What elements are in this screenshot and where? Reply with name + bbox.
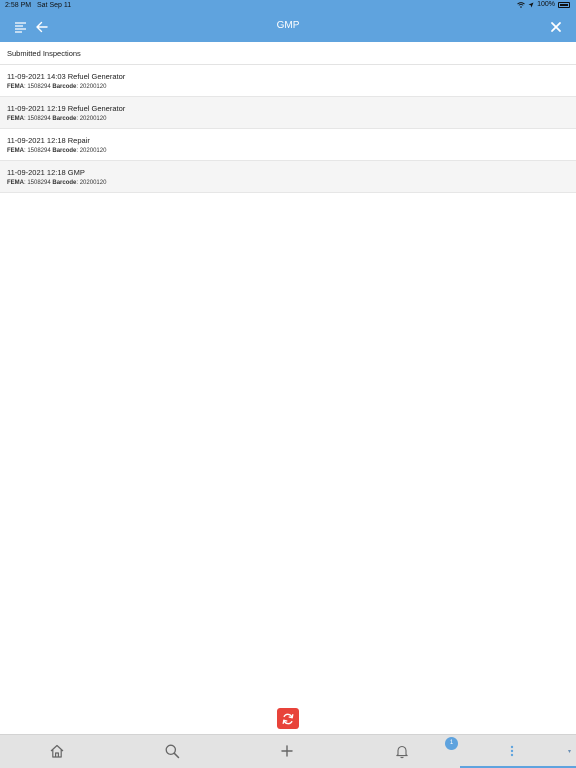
inspection-title: 11-09-2021 14:03 Refuel Generator	[7, 72, 126, 81]
barcode-value: : 20200120	[76, 84, 107, 90]
battery-icon	[558, 1, 570, 8]
barcode-value: : 20200120	[76, 148, 107, 154]
location-icon	[528, 2, 534, 7]
notification-badge: 1	[445, 737, 458, 750]
more-vertical-icon[interactable]	[504, 743, 520, 759]
plus-icon[interactable]	[279, 743, 295, 759]
home-icon[interactable]	[49, 743, 65, 759]
inspection-list: 11-09-2021 14:03 Refuel Generator FEMA: …	[0, 65, 576, 193]
inspection-meta: FEMA: 1508294 Barcode: 20200120	[7, 114, 576, 124]
app-header: 2:58 PM Sat Sep 11 100% GMP	[0, 0, 576, 42]
list-item[interactable]: 11-09-2021 12:18 Repair FEMA: 1508294 Ba…	[0, 129, 576, 161]
status-date: Sat Sep 11	[37, 2, 72, 9]
page-title: GMP	[276, 20, 300, 31]
fema-value: : 1508294	[24, 84, 51, 90]
refresh-icon	[282, 713, 294, 724]
status-time: 2:58 PM	[5, 2, 32, 9]
barcode-value: : 20200120	[76, 180, 107, 186]
inspection-meta: FEMA: 1508294 Barcode: 20200120	[7, 82, 576, 92]
inspection-title: 11-09-2021 12:18 GMP	[7, 168, 85, 177]
status-bar: 2:58 PM Sat Sep 11 100%	[0, 0, 576, 12]
battery-percent: 100%	[537, 1, 555, 8]
nav-bar: GMP	[0, 12, 576, 42]
fema-label: FEMA	[7, 148, 24, 154]
barcode-label: Barcode	[52, 116, 77, 122]
inspection-title: 11-09-2021 12:18 Repair	[7, 136, 90, 145]
wifi-icon	[517, 1, 525, 8]
close-icon[interactable]	[549, 20, 563, 34]
fema-label: FEMA	[7, 116, 24, 122]
chevron-down-icon: ▾	[567, 749, 571, 755]
section-header: Submitted Inspections	[0, 42, 576, 65]
bell-icon[interactable]	[394, 743, 410, 759]
inspection-title: 11-09-2021 12:19 Refuel Generator	[7, 104, 126, 113]
list-item[interactable]: 11-09-2021 12:18 GMP FEMA: 1508294 Barco…	[0, 161, 576, 193]
list-item[interactable]: 11-09-2021 14:03 Refuel Generator FEMA: …	[0, 65, 576, 97]
fema-value: : 1508294	[24, 180, 51, 186]
fema-value: : 1508294	[24, 116, 51, 122]
status-indicators: 100%	[517, 1, 570, 8]
inspection-meta: FEMA: 1508294 Barcode: 20200120	[7, 146, 576, 156]
bottom-tab-bar: 1 ▾	[0, 734, 576, 768]
barcode-label: Barcode	[52, 148, 77, 154]
barcode-value: : 20200120	[76, 116, 107, 122]
barcode-label: Barcode	[52, 84, 77, 90]
fema-label: FEMA	[7, 180, 24, 186]
barcode-label: Barcode	[52, 180, 77, 186]
fema-value: : 1508294	[24, 148, 51, 154]
fema-label: FEMA	[7, 84, 24, 90]
refresh-button[interactable]	[277, 708, 299, 729]
inspection-meta: FEMA: 1508294 Barcode: 20200120	[7, 178, 576, 188]
list-item[interactable]: 11-09-2021 12:19 Refuel Generator FEMA: …	[0, 97, 576, 129]
search-icon[interactable]	[164, 743, 180, 759]
